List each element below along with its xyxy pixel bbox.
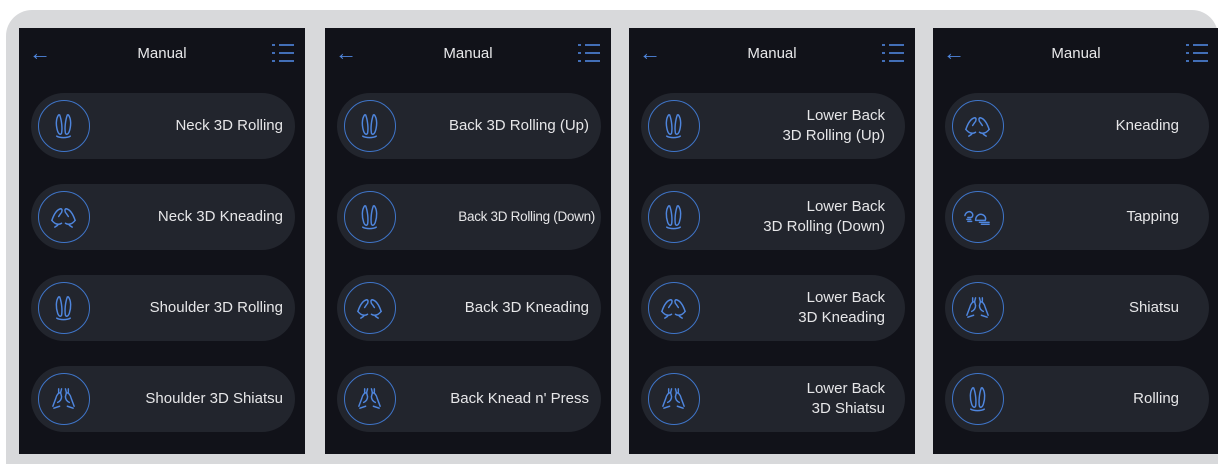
mode-label-line2: 3D Shiatsu (811, 400, 885, 417)
page-title: Manual (443, 45, 493, 62)
mode-button-back-3d-rolling-up[interactable]: Back 3D Rolling (Up) (337, 93, 601, 159)
mode-button-shiatsu[interactable]: Shiatsu (945, 275, 1209, 341)
mode-label: Rolling (1133, 390, 1179, 407)
mode-label: Tapping (1126, 208, 1179, 225)
mode-label-line2: 3D Rolling (Up) (782, 127, 885, 144)
mode-button-tapping[interactable]: Tapping (945, 184, 1209, 250)
mode-button-back-3d-rolling-down[interactable]: Back 3D Rolling (Down) (337, 184, 601, 250)
mode-label: Shiatsu (1128, 299, 1179, 316)
mode-label-line2: 3D Kneading (798, 309, 885, 326)
screen-basic: ← Manual Kneading Tapping Shiatsu Rollin… (933, 28, 1218, 454)
shiatsu-icon (966, 297, 989, 318)
mode-label: Shoulder 3D Shiatsu (145, 390, 283, 407)
mode-label-line1: Lower Back (806, 380, 885, 397)
mode-button-lower-back-3d-rolling-up[interactable]: Lower Back 3D Rolling (Up) (641, 93, 905, 159)
kneading-icon (965, 117, 990, 137)
screen-neck-shoulder: ← Manual Neck 3D Rolling Neck 3D Kneadin… (19, 28, 305, 454)
rolling-icon (361, 114, 378, 139)
rolling-icon (969, 387, 986, 412)
kneading-icon (51, 208, 76, 228)
mode-button-back-knead-n-press[interactable]: Back Knead n' Press (337, 366, 601, 432)
header: ← Manual (629, 28, 915, 86)
mode-button-kneading[interactable]: Kneading (945, 93, 1209, 159)
mode-label-line1: Lower Back (806, 289, 885, 306)
mode-button-neck-3d-kneading[interactable]: Neck 3D Kneading (31, 184, 295, 250)
page-title: Manual (1051, 45, 1101, 62)
rolling-icon (55, 296, 72, 321)
list-menu-icon[interactable] (881, 42, 905, 64)
mode-label: Neck 3D Kneading (157, 208, 283, 225)
mode-label-line1: Lower Back (806, 107, 885, 124)
mode-label: Kneading (1115, 117, 1179, 134)
header: ← Manual (933, 28, 1218, 86)
list-menu-icon[interactable] (271, 42, 295, 64)
mode-label-line1: Lower Back (806, 198, 885, 215)
mode-label: Shoulder 3D Rolling (149, 299, 283, 316)
mode-button-neck-3d-rolling[interactable]: Neck 3D Rolling (31, 93, 295, 159)
rolling-icon (55, 114, 72, 139)
kneading-icon (357, 299, 382, 319)
screen-lower-back: ← Manual Lower Back 3D Rolling (Up) Lowe… (629, 28, 915, 454)
shiatsu-icon (52, 388, 75, 409)
mode-button-rolling[interactable]: Rolling (945, 366, 1209, 432)
mode-button-shoulder-3d-shiatsu[interactable]: Shoulder 3D Shiatsu (31, 366, 295, 432)
list-menu-icon[interactable] (577, 42, 601, 64)
shiatsu-icon (662, 388, 685, 409)
kneading-icon (661, 299, 686, 319)
rolling-icon (665, 114, 682, 139)
mode-label: Neck 3D Rolling (175, 117, 283, 134)
shiatsu-icon (358, 388, 381, 409)
rolling-icon (665, 205, 682, 230)
tapping-icon (964, 210, 990, 225)
mode-label: Back Knead n' Press (450, 390, 589, 407)
mode-label: Back 3D Rolling (Up) (448, 117, 589, 134)
mode-label: Back 3D Rolling (Down) (458, 209, 595, 224)
mode-button-lower-back-3d-shiatsu[interactable]: Lower Back 3D Shiatsu (641, 366, 905, 432)
screen-back: ← Manual Back 3D Rolling (Up) Back 3D Ro… (325, 28, 611, 454)
header: ← Manual (325, 28, 611, 86)
rolling-icon (361, 205, 378, 230)
list-menu-icon[interactable] (1185, 42, 1209, 64)
mode-label-line2: 3D Rolling (Down) (763, 218, 885, 235)
header: ← Manual (19, 28, 305, 86)
mode-button-lower-back-3d-rolling-down[interactable]: Lower Back 3D Rolling (Down) (641, 184, 905, 250)
mode-label: Back 3D Kneading (464, 299, 589, 316)
mode-button-lower-back-3d-kneading[interactable]: Lower Back 3D Kneading (641, 275, 905, 341)
mode-button-shoulder-3d-rolling[interactable]: Shoulder 3D Rolling (31, 275, 295, 341)
mode-button-back-3d-kneading[interactable]: Back 3D Kneading (337, 275, 601, 341)
page-title: Manual (137, 45, 187, 62)
page-title: Manual (747, 45, 797, 62)
